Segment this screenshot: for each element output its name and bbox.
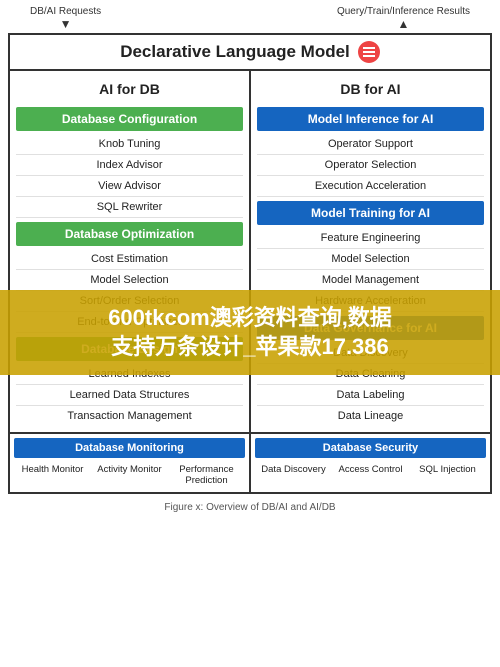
knob-tuning-item: Knob Tuning — [16, 134, 243, 155]
end-to-end-item: End-to-end Optimizer — [16, 312, 243, 333]
sql-injection-item: SQL Injection — [409, 462, 486, 477]
data-discovery-sec-item: Data Discovery — [255, 462, 332, 477]
index-advisor-item: Index Advisor — [16, 155, 243, 176]
db-monitoring-col: Database Monitoring Health Monitor Activ… — [10, 434, 251, 492]
up-arrow-icon — [398, 17, 410, 31]
view-advisor-item: View Advisor — [16, 176, 243, 197]
feature-eng-item: Feature Engineering — [257, 228, 484, 249]
down-arrow-icon — [60, 17, 72, 31]
model-inference-header: Model Inference for AI — [257, 107, 484, 131]
db-config-header: Database Configuration — [16, 107, 243, 131]
transaction-mgmt-item: Transaction Management — [16, 406, 243, 426]
db-for-ai-header: DB for AI — [257, 77, 484, 101]
left-arrow-label: DB/AI Requests — [30, 6, 101, 31]
right-arrow-label: Query/Train/Inference Results — [337, 6, 470, 31]
data-cleaning-item: Data Cleaning — [257, 364, 484, 385]
health-monitor-item: Health Monitor — [14, 462, 91, 488]
dlm-icon-line-2 — [363, 51, 375, 53]
db-opt-header: Database Optimization — [16, 222, 243, 246]
model-training-header: Model Training for AI — [257, 201, 484, 225]
operator-selection-item: Operator Selection — [257, 155, 484, 176]
main-diagram: Declarative Language Model AI for DB Dat… — [8, 33, 492, 494]
dlm-title: Declarative Language Model — [120, 42, 350, 62]
model-mgmt-item: Model Management — [257, 270, 484, 291]
bottom-row: Database Monitoring Health Monitor Activ… — [10, 432, 490, 492]
data-governance-header: Data Governance for AI — [257, 316, 484, 340]
dlm-icon-line-3 — [363, 55, 375, 57]
ai-for-db-column: AI for DB Database Configuration Knob Tu… — [10, 71, 251, 432]
db-security-header: Database Security — [255, 438, 486, 458]
hardware-accel-item: Hardware Acceleration — [257, 291, 484, 312]
cost-estimation-item: Cost Estimation — [16, 249, 243, 270]
db-security-items: Data Discovery Access Control SQL Inject… — [255, 462, 486, 477]
dlm-icon-line-1 — [363, 47, 375, 49]
figure-caption: Figure x: Overview of DB/AI and AI/DB — [0, 498, 500, 515]
model-selection-item: Model Selection — [16, 270, 243, 291]
dlm-icon-lines — [363, 47, 375, 57]
ai-for-db-header: AI for DB — [16, 77, 243, 101]
perf-prediction-item: Performance Prediction — [168, 462, 245, 488]
learned-indexes-item: Learned Indexes — [16, 364, 243, 385]
dlm-header: Declarative Language Model — [10, 35, 490, 71]
db-for-ai-column: DB for AI Model Inference for AI Operato… — [251, 71, 490, 432]
data-labeling-item: Data Labeling — [257, 385, 484, 406]
sort-order-item: Sort/Order Selection — [16, 291, 243, 312]
activity-monitor-item: Activity Monitor — [91, 462, 168, 488]
learned-ds-item: Learned Data Structures — [16, 385, 243, 406]
data-lineage-item: Data Lineage — [257, 406, 484, 426]
db-monitoring-header: Database Monitoring — [14, 438, 245, 458]
execution-accel-item: Execution Acceleration — [257, 176, 484, 197]
db-design-header: Database Design — [16, 337, 243, 361]
model-sel-item: Model Selection — [257, 249, 484, 270]
operator-support-item: Operator Support — [257, 134, 484, 155]
sql-rewriter-item: SQL Rewriter — [16, 197, 243, 218]
top-arrows: DB/AI Requests Query/Train/Inference Res… — [0, 0, 500, 33]
right-arrow-text: Query/Train/Inference Results — [337, 6, 470, 17]
main-content: AI for DB Database Configuration Knob Tu… — [10, 71, 490, 432]
db-security-col: Database Security Data Discovery Access … — [251, 434, 490, 492]
dlm-icon — [358, 41, 380, 63]
left-arrow-text: DB/AI Requests — [30, 6, 101, 17]
access-control-item: Access Control — [332, 462, 409, 477]
db-monitoring-items: Health Monitor Activity Monitor Performa… — [14, 462, 245, 488]
data-discovery-item: Data Discovery — [257, 343, 484, 364]
